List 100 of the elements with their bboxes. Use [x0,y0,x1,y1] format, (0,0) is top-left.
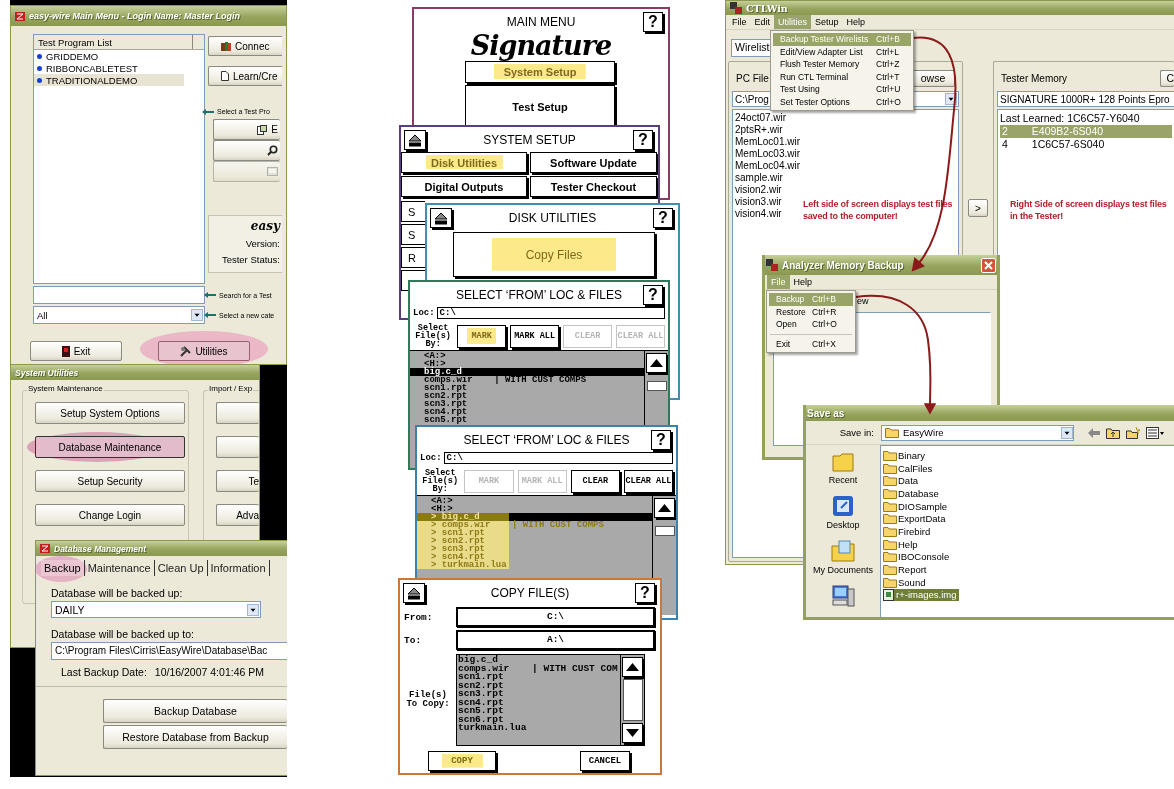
button[interactable]: MARK [457,324,507,348]
wirelist-entry[interactable]: 2ptsR+.wir [735,124,783,136]
path-field[interactable]: C:\Program Files\Cirris\EasyWire\Database\Bac [51,642,287,660]
button[interactable]: CLEAR ALL [623,469,673,493]
wirelist-entry[interactable]: MemLoc04.wir [735,160,801,172]
eject-button[interactable] [403,583,425,603]
list-row[interactable]: CalFiles [883,461,936,475]
list-entry[interactable]: <H:> [417,505,652,513]
location-field[interactable]: C:\ [443,452,673,464]
tester-dropdown[interactable]: SIGNATURE 1000R+ 128 Points Epro [997,91,1174,107]
wirelist-entry[interactable]: MemLoc01.wir [735,136,801,148]
category-dropdown[interactable]: All [33,306,205,324]
wirelist-dropdown[interactable]: Wirelist [731,39,771,57]
menu-option[interactable]: Flush Tester Memory Ctrl+Z [773,58,911,71]
folder-dropdown[interactable]: EasyWire [881,424,1074,441]
eject-button[interactable] [430,208,452,228]
menu-option[interactable]: Set Tester Options Ctrl+O [773,95,911,108]
close-button[interactable] [981,257,996,273]
list-row[interactable]: r+-images.img [883,588,960,602]
list-row[interactable]: Binary [883,449,928,462]
list-entry[interactable]: <A:> [417,497,652,505]
menu-item[interactable]: Edit [750,15,775,29]
button[interactable]: Te [216,470,259,492]
place-button[interactable]: Desktop [826,495,860,530]
up-folder-icon[interactable] [1106,426,1120,439]
list-row[interactable]: ExportData [883,512,949,526]
list-row[interactable]: IBOConsole [883,550,953,564]
back-icon[interactable] [1088,427,1100,438]
tool-button[interactable]: E [213,119,280,140]
list-entry[interactable]: scn2.rpt [410,392,644,400]
menu-option[interactable]: Open Ctrl+O [769,318,853,331]
list-row[interactable]: Sound [883,575,929,589]
wirelist-entry[interactable]: sample.wir [735,172,783,184]
help-button[interactable]: ? [635,583,655,603]
button[interactable]: Exit [30,341,122,361]
button[interactable]: Test Setup [465,85,615,128]
scroll-thumb[interactable] [654,526,675,536]
source-field[interactable]: C:\ [456,607,655,627]
schedule-dropdown[interactable]: DAILY [51,601,261,618]
list-row[interactable]: 4 1C6C57-6S040 [1000,138,1172,151]
help-button[interactable]: ? [643,12,663,32]
button[interactable]: S [401,224,425,245]
help-button[interactable]: ? [633,130,653,150]
list-row[interactable]: Firebird [883,525,934,538]
new-folder-icon[interactable] [1126,426,1140,439]
list-entry[interactable]: big.c_d [410,368,644,376]
menu-item[interactable]: Help [789,275,817,289]
scroll-up-button[interactable] [654,498,675,518]
tab[interactable]: Backup [41,560,85,576]
transfer-button[interactable]: > [968,199,988,217]
help-button[interactable]: ? [653,208,673,228]
list-row[interactable]: Database [883,487,942,500]
scroll-down-button[interactable] [622,723,643,743]
tab[interactable]: Clean Up [154,560,208,576]
menu-option[interactable]: Exit Ctrl+X [769,337,853,350]
place-button[interactable]: My Documents [813,540,873,575]
menu-option[interactable]: Run CTL Terminal Ctrl+T [773,70,911,83]
button[interactable]: System Setup [465,61,615,83]
help-button[interactable]: ? [643,285,663,305]
wirelist-entry[interactable]: vision3.wir [735,196,782,208]
place-button[interactable] [831,585,855,607]
scroll-thumb[interactable] [622,678,643,722]
wirelist-entry[interactable]: vision2.wir [735,184,782,196]
list-entry[interactable]: scn3.rpt [410,400,644,408]
side-button[interactable]: Connec [208,36,282,56]
button[interactable]: Change Login [35,504,185,526]
tab[interactable]: Information [207,560,270,576]
views-icon[interactable] [1146,426,1164,439]
menu-option[interactable]: Test Using Ctrl+U [773,83,911,96]
scroll-up-button[interactable] [646,353,667,373]
button[interactable]: Backup Database [103,699,287,723]
menu-item[interactable]: Help [842,15,870,29]
list-entry[interactable]: scn5.rpt [410,416,644,424]
help-button[interactable]: ? [651,430,671,450]
side-button[interactable]: Learn/Cre [208,66,282,86]
button[interactable]: MARK ALL [510,324,560,348]
button[interactable]: Restore Database from Backup [103,725,287,749]
button[interactable]: R [401,247,425,268]
button[interactable]: S [401,201,425,222]
menu-option[interactable]: Edit/View Adapter List Ctrl+L [773,45,911,58]
button[interactable]: Adva [216,504,259,526]
list-entry[interactable]: <H:> [410,360,644,368]
button[interactable]: Digital Outputs [401,176,527,197]
wirelist-entry[interactable]: vision4.wir [735,208,782,220]
list-entry[interactable]: scn1.rpt [410,384,644,392]
browse-button[interactable]: owse [912,69,955,87]
eject-button[interactable] [404,130,426,150]
location-field[interactable]: C:\ [436,307,665,319]
tool-button[interactable] [213,140,280,161]
menu-item[interactable]: File [728,15,751,29]
button[interactable] [216,402,259,424]
button[interactable]: CANCEL [580,751,630,771]
list-row[interactable]: TRADITIONALDEMO [34,74,184,86]
button[interactable]: C [1160,69,1174,87]
list-row[interactable]: RIBBONCABLETEST [34,62,184,74]
button[interactable]: COPY [428,751,496,771]
button[interactable]: Disk Utilities [401,152,527,173]
menu-option[interactable]: Restore Ctrl+R [769,305,853,318]
search-field[interactable] [33,286,205,304]
button[interactable]: Setup System Options [35,402,185,424]
